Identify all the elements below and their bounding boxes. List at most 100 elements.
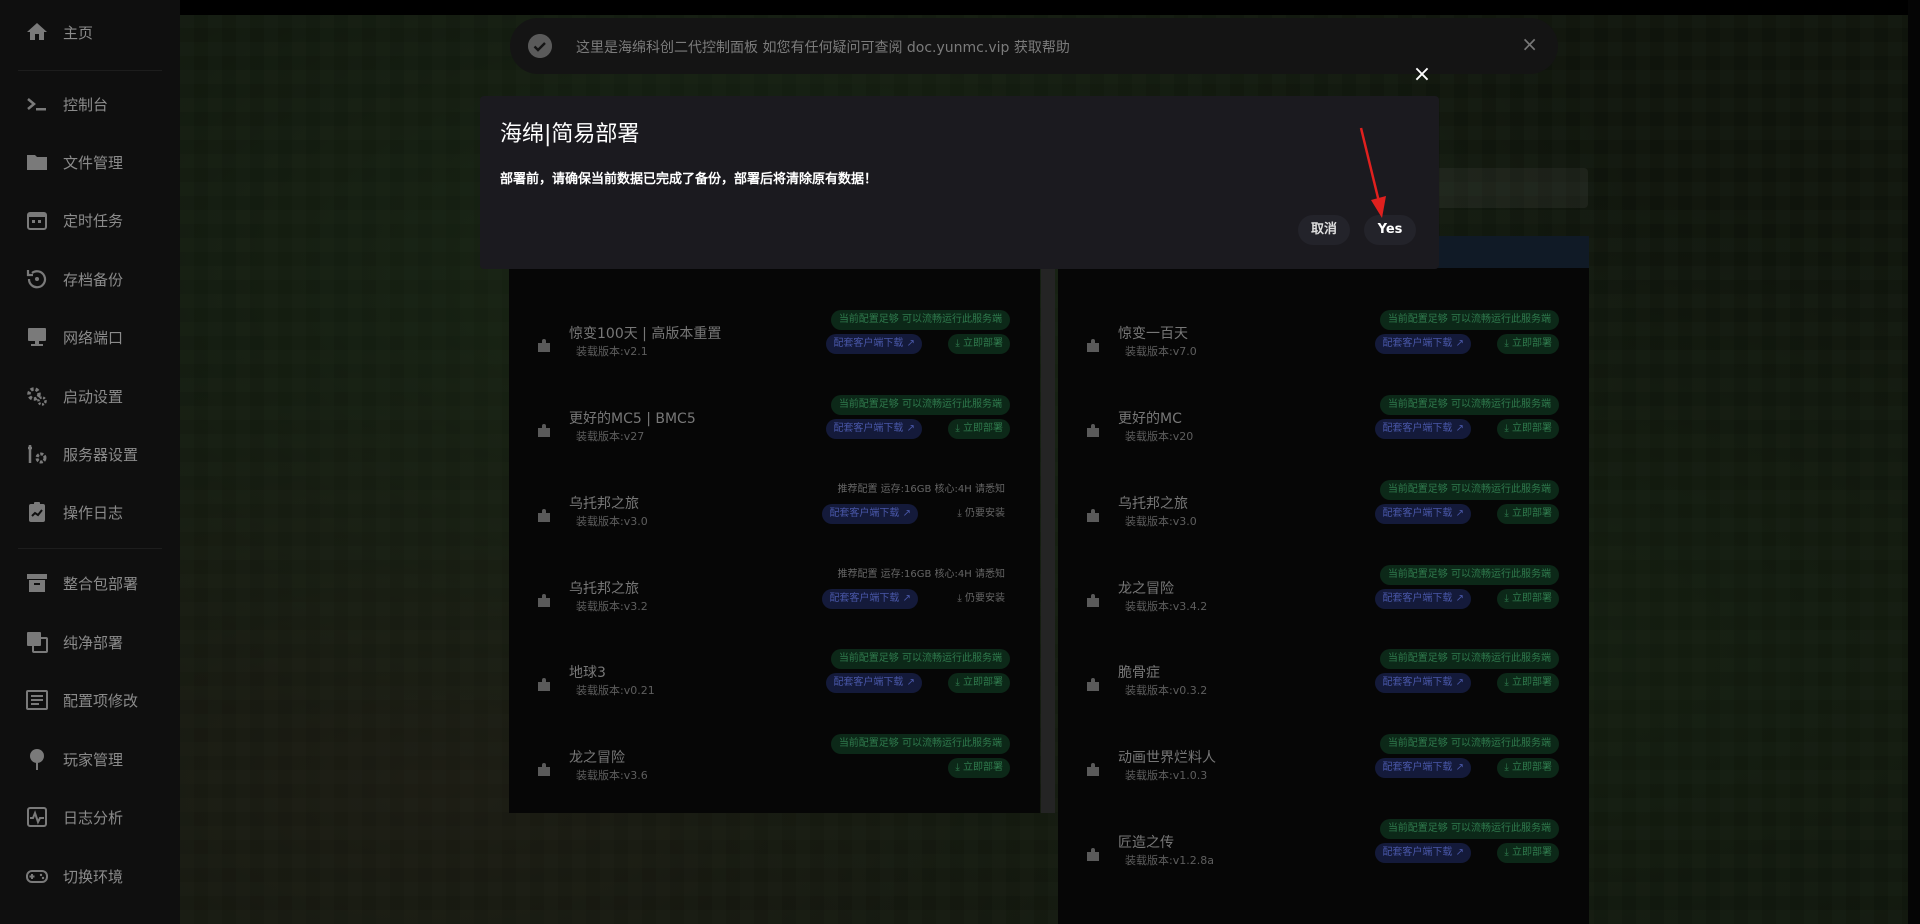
- client-download-button[interactable]: 配套客户端下载 ↗: [1375, 673, 1471, 693]
- puzzle-icon: [1087, 424, 1099, 437]
- client-download-button[interactable]: 配套客户端下载 ↗: [1375, 589, 1471, 609]
- list-item: 乌托邦之旅 装载版本:v3.0 当前配置足够 可以流畅运行此服务端 配套客户端下…: [1058, 480, 1589, 550]
- sidebar-item-log-analysis[interactable]: 日志分析: [0, 793, 180, 841]
- sidebar-item-files[interactable]: 文件管理: [0, 138, 180, 186]
- pack-name: 动画世界烂料人: [1118, 750, 1216, 766]
- client-download-button[interactable]: 配套客户端下载 ↗: [822, 589, 918, 609]
- clipboard-chart-icon: [29, 502, 45, 522]
- sidebar-item-label: 操作日志: [63, 503, 124, 522]
- modal-close-button[interactable]: ×: [1410, 63, 1434, 87]
- client-download-button[interactable]: 配套客户端下载 ↗: [826, 419, 922, 439]
- client-download-button[interactable]: 配套客户端下载 ↗: [822, 504, 918, 524]
- dialog-message: 部署前，请确保当前数据已完成了备份，部署后将清除原有数据！: [500, 172, 878, 187]
- status-badge: 当前配置足够 可以流畅运行此服务端: [1379, 649, 1559, 669]
- home-icon: [27, 23, 47, 40]
- puzzle-icon: [1087, 678, 1099, 691]
- pack-name: 地球3: [569, 665, 606, 681]
- deploy-button[interactable]: ⤓ 立即部署: [1497, 419, 1559, 439]
- gears-icon: [27, 387, 47, 406]
- notice-close-button[interactable]: ×: [1521, 32, 1538, 56]
- deploy-button[interactable]: ⤓ 立即部署: [948, 419, 1010, 439]
- sidebar-item-oplog[interactable]: 操作日志: [0, 488, 180, 536]
- sidebar-item-startup[interactable]: 启动设置: [0, 372, 180, 420]
- status-badge: 当前配置足够 可以流畅运行此服务端: [1379, 395, 1559, 415]
- sidebar-item-label: 启动设置: [63, 387, 124, 406]
- list-item: 惊变100天 | 高版本重置 装载版本:v2.1 当前配置足够 可以流畅运行此服…: [509, 310, 1040, 380]
- pack-version: 装载版本:v2.1: [576, 345, 648, 358]
- pack-name: 惊变一百天: [1118, 326, 1188, 342]
- status-badge: 当前配置足够 可以流畅运行此服务端: [830, 395, 1010, 415]
- copy-icon: [27, 632, 48, 653]
- sidebar-divider: [18, 70, 162, 71]
- deploy-button[interactable]: ⤓ 立即部署: [1497, 758, 1559, 778]
- sidebar-item-home[interactable]: 主页: [0, 8, 180, 56]
- sidebar-divider: [18, 548, 162, 549]
- pack-name: 匠造之传: [1118, 835, 1174, 851]
- deploy-button[interactable]: ⤓ 立即部署: [1497, 504, 1559, 524]
- cancel-button[interactable]: 取消: [1298, 215, 1350, 245]
- client-download-button[interactable]: 配套客户端下载 ↗: [826, 673, 922, 693]
- install-anyway-button[interactable]: ⤓ 仍要安装: [957, 506, 1005, 522]
- puzzle-icon: [1087, 848, 1099, 861]
- client-download-button[interactable]: 配套客户端下载 ↗: [1375, 843, 1471, 863]
- client-download-button[interactable]: 配套客户端下载 ↗: [1375, 758, 1471, 778]
- puzzle-icon: [538, 509, 550, 522]
- client-download-button[interactable]: 配套客户端下载 ↗: [1375, 504, 1471, 524]
- status-badge: 当前配置足够 可以流畅运行此服务端: [1379, 819, 1559, 839]
- pack-name: 乌托邦之旅: [569, 496, 639, 512]
- sidebar-item-network[interactable]: 网络端口: [0, 313, 180, 361]
- deploy-button[interactable]: ⤓ 立即部署: [1497, 589, 1559, 609]
- puzzle-icon: [538, 763, 550, 776]
- status-badge: 当前配置足够 可以流畅运行此服务端: [830, 649, 1010, 669]
- pack-version: 装载版本:v1.2.8a: [1125, 854, 1214, 867]
- pack-version: 装载版本:v3.6: [576, 769, 648, 782]
- puzzle-icon: [538, 594, 550, 607]
- sidebar-item-players[interactable]: 玩家管理: [0, 735, 180, 783]
- pack-version: 装载版本:v0.3.2: [1125, 684, 1208, 697]
- pack-version: 装载版本:v7.0: [1125, 345, 1197, 358]
- calendar-icon: [27, 212, 47, 230]
- pack-name: 脆骨症: [1118, 665, 1160, 681]
- deploy-button[interactable]: ⤓ 立即部署: [948, 758, 1010, 778]
- sidebar-item-clean-deploy[interactable]: 纯净部署: [0, 618, 180, 666]
- requirement-note: 推荐配置 运存:16GB 核心:4H 请悉知: [837, 484, 1006, 495]
- notice-text: 这里是海绵科创二代控制面板 如您有任何疑问可查阅 doc.yunmc.vip 获…: [576, 40, 1070, 56]
- sidebar-item-switch-env[interactable]: 切换环境: [0, 852, 180, 900]
- sidebar-item-config-edit[interactable]: 配置项修改: [0, 676, 180, 724]
- sidebar-item-schedule[interactable]: 定时任务: [0, 196, 180, 244]
- puzzle-icon: [538, 678, 550, 691]
- deploy-button[interactable]: ⤓ 立即部署: [948, 334, 1010, 354]
- modpack-list-left: 惊变100天 | 高版本重置 装载版本:v2.1 当前配置足够 可以流畅运行此服…: [509, 268, 1040, 813]
- deploy-button[interactable]: ⤓ 立即部署: [1497, 673, 1559, 693]
- client-download-button[interactable]: 配套客户端下载 ↗: [1375, 334, 1471, 354]
- sidebar-item-label: 定时任务: [63, 211, 124, 230]
- sidebar-item-label: 纯净部署: [63, 633, 124, 652]
- sidebar-item-label: 日志分析: [63, 808, 124, 827]
- deploy-button[interactable]: ⤓ 立即部署: [1497, 843, 1559, 863]
- sidebar-item-console[interactable]: 控制台: [0, 80, 180, 128]
- client-download-button[interactable]: 配套客户端下载 ↗: [826, 334, 922, 354]
- sidebar-item-backup[interactable]: 存档备份: [0, 255, 180, 303]
- pack-version: 装载版本:v20: [1125, 430, 1194, 443]
- install-anyway-button[interactable]: ⤓ 仍要安装: [957, 591, 1005, 607]
- client-download-button[interactable]: 配套客户端下载 ↗: [1375, 419, 1471, 439]
- puzzle-icon: [538, 424, 550, 437]
- right-edge-strip: [1908, 0, 1920, 924]
- monitor-icon: [28, 328, 46, 346]
- pack-version: 装载版本:v3.2: [576, 600, 648, 613]
- list-item: 更好的MC5 | BMC5 装载版本:v27 当前配置足够 可以流畅运行此服务端…: [509, 395, 1040, 465]
- pack-version: 装载版本:v3.0: [1125, 515, 1197, 528]
- wrench-icon: [28, 445, 47, 464]
- deploy-button[interactable]: ⤓ 立即部署: [948, 673, 1010, 693]
- sidebar-item-label: 文件管理: [63, 153, 124, 172]
- panel-scrollbar[interactable]: [1041, 268, 1055, 813]
- puzzle-icon: [1087, 339, 1099, 352]
- pack-name: 更好的MC: [1118, 411, 1182, 427]
- search-bar-dim: [1418, 168, 1588, 208]
- pack-name: 惊变100天 | 高版本重置: [569, 326, 722, 342]
- sidebar-item-modpack-deploy[interactable]: 整合包部署: [0, 559, 180, 607]
- confirm-dialog: 海绵|简易部署 部署前，请确保当前数据已完成了备份，部署后将清除原有数据！ 取消…: [480, 96, 1439, 269]
- deploy-button[interactable]: ⤓ 立即部署: [1497, 334, 1559, 354]
- archive-icon: [27, 574, 47, 592]
- sidebar-item-server-settings[interactable]: 服务器设置: [0, 430, 180, 478]
